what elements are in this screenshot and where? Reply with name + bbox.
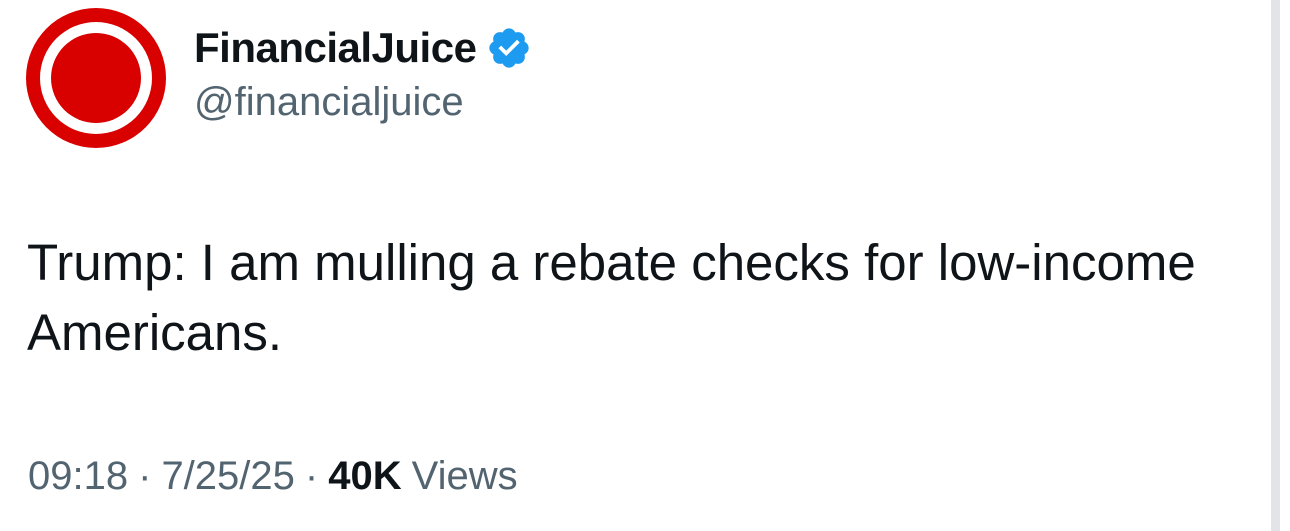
financialjuice-logo-icon: [26, 8, 166, 148]
avatar[interactable]: [24, 6, 168, 150]
tweet-meta: 09:18 · 7/25/25 · 40K Views: [28, 448, 518, 504]
verified-badge-icon[interactable]: [486, 25, 532, 71]
tweet-card: FinancialJuice @financialjuice Trump: I …: [0, 0, 1290, 531]
name-row: FinancialJuice: [194, 20, 532, 76]
views-count: 40K: [328, 453, 402, 498]
meta-separator: ·: [138, 453, 152, 498]
views-label: Views: [411, 453, 518, 498]
user-handle[interactable]: @financialjuice: [194, 80, 464, 125]
views-link[interactable]: 40K Views: [328, 454, 517, 499]
scrollbar-track: [1271, 0, 1280, 531]
meta-separator: ·: [304, 453, 319, 498]
tweet-date[interactable]: 7/25/25: [161, 454, 294, 499]
display-name[interactable]: FinancialJuice: [194, 24, 477, 72]
tweet-time[interactable]: 09:18: [28, 454, 128, 499]
tweet-text: Trump: I am mulling a rebate checks for …: [27, 234, 1196, 361]
